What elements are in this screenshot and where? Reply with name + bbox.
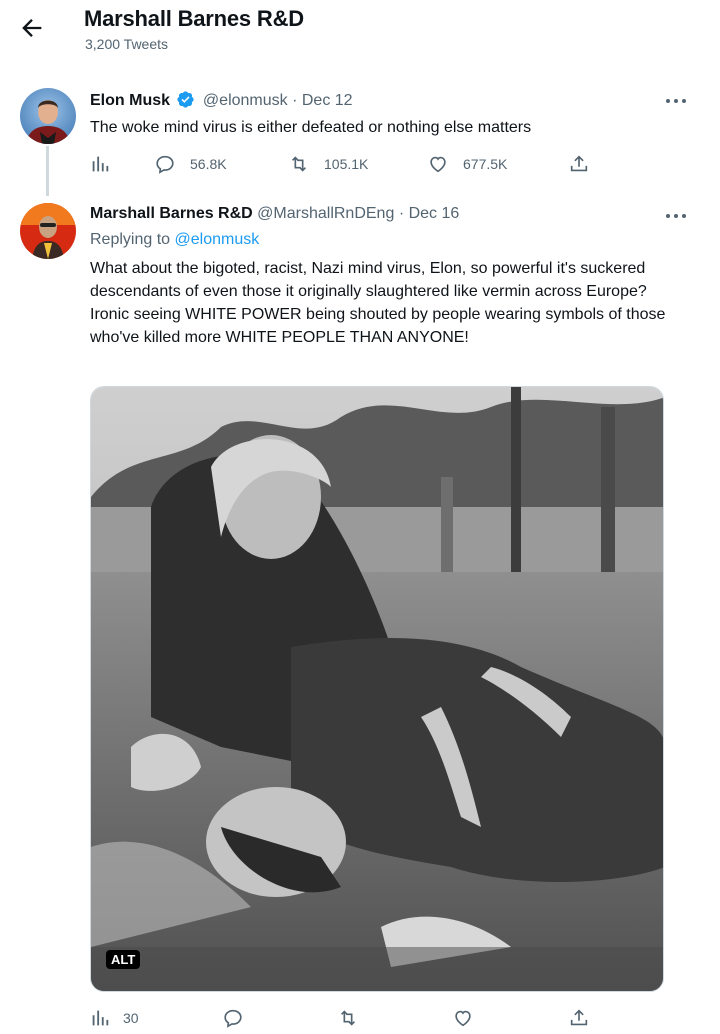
replying-to-link[interactable]: @elonmusk <box>175 231 260 248</box>
more-icon <box>666 214 686 218</box>
replying-to: Replying to @elonmusk <box>90 231 259 249</box>
tweet-header: Marshall Barnes R&D @MarshallRnDEng · De… <box>90 205 459 223</box>
author-handle[interactable]: @MarshallRnDEng <box>257 205 394 222</box>
tweet-text: What about the bigoted, racist, Nazi min… <box>90 260 666 346</box>
retweet-button[interactable] <box>337 1007 359 1029</box>
share-icon <box>570 1009 588 1026</box>
photo-image <box>91 387 663 991</box>
alt-badge[interactable]: ALT <box>106 950 141 969</box>
avatar[interactable] <box>20 203 76 259</box>
tweet-image[interactable]: ALT <box>90 386 664 992</box>
share-button[interactable] <box>568 1007 590 1029</box>
reply-tweet[interactable]: Marshall Barnes R&D @MarshallRnDEng · De… <box>0 0 720 1034</box>
author-name[interactable]: Marshall Barnes R&D <box>90 205 253 222</box>
reply-button[interactable] <box>222 1007 244 1029</box>
avatar-marshall-image <box>20 203 76 259</box>
replying-to-label: Replying to <box>90 231 171 248</box>
analytics-button[interactable]: 30 <box>89 1007 139 1029</box>
analytics-icon <box>92 1010 109 1026</box>
views-count: 30 <box>123 1010 139 1026</box>
like-button[interactable] <box>452 1007 474 1029</box>
retweet-icon <box>340 1010 356 1026</box>
reply-icon <box>224 1009 242 1028</box>
like-icon <box>455 1010 471 1027</box>
tweet-date[interactable]: Dec 16 <box>409 205 460 222</box>
more-button[interactable] <box>664 209 688 221</box>
separator: · <box>398 205 405 222</box>
